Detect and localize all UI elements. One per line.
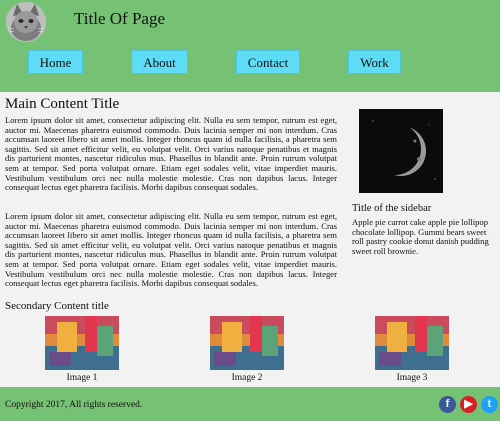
gallery-caption: Image 1 (66, 373, 98, 383)
twitter-icon[interactable]: t (481, 396, 498, 413)
facebook-icon[interactable]: f (439, 396, 456, 413)
sidebar-title: Title of the sidebar (352, 203, 432, 214)
sidebar-text: Apple pie carrot cake apple pie lollipop… (352, 217, 489, 256)
youtube-icon[interactable]: ▶ (460, 396, 477, 413)
gallery-caption: Image 2 (231, 373, 263, 383)
nav-work-button[interactable]: Work (348, 50, 401, 74)
nav-contact-button[interactable]: Contact (236, 50, 300, 74)
page-title: Title Of Page (74, 9, 165, 28)
gallery-image-3[interactable] (375, 316, 449, 370)
cat-photo-icon[interactable] (6, 2, 46, 42)
copyright-text: Copyright 2017, All rights reserved. (5, 400, 143, 410)
main-content-title: Main Content Title (5, 96, 120, 112)
main-paragraph: Lorem ipsum dolor sit amet, consectetur … (5, 211, 337, 289)
nav-home-button[interactable]: Home (28, 50, 83, 74)
moon-photo-icon (359, 109, 443, 193)
nav-about-button[interactable]: About (131, 50, 188, 74)
gallery-image-2[interactable] (210, 316, 284, 370)
gallery-caption: Image 3 (396, 373, 428, 383)
gallery-image-1[interactable] (45, 316, 119, 370)
header: Title Of Page Home About Contact Work (0, 0, 500, 92)
main-paragraph: Lorem ipsum dolor sit amet, consectetur … (5, 115, 337, 193)
secondary-content-title: Secondary Content title (5, 300, 109, 312)
footer: Copyright 2017, All rights reserved. f ▶… (0, 387, 500, 421)
